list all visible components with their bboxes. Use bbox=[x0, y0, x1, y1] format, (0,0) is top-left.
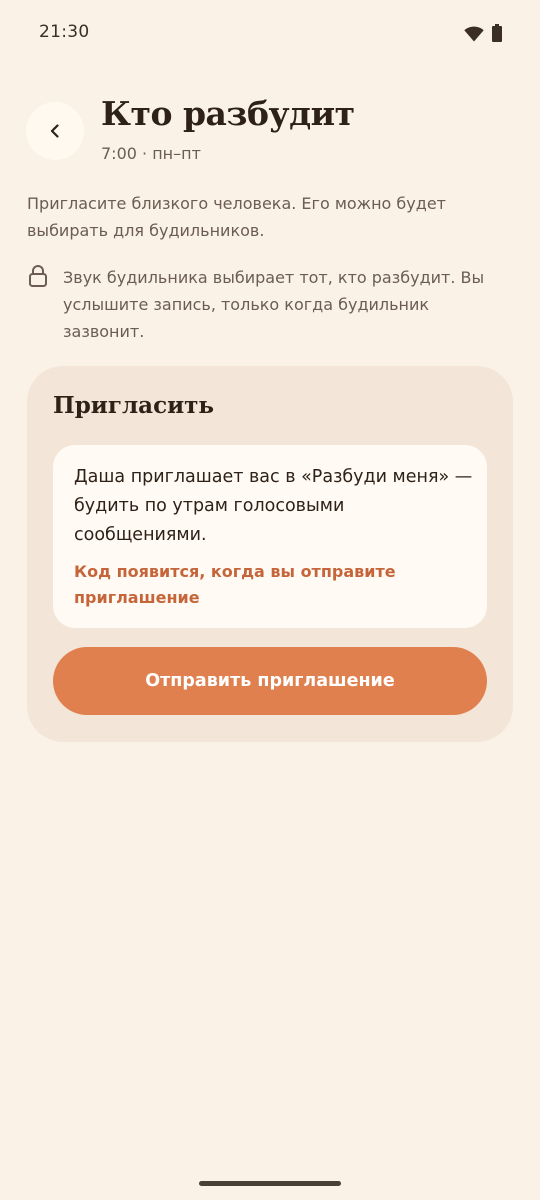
page-title: Кто разбудит bbox=[101, 94, 355, 133]
invite-card: Пригласить Даша приглашает вас в «Разбуд… bbox=[27, 366, 513, 742]
status-time: 21:30 bbox=[39, 22, 90, 42]
invite-card-title: Пригласить bbox=[53, 392, 214, 419]
invite-message-box: Даша приглашает вас в «Разбуди меня» — б… bbox=[53, 445, 487, 628]
code-hint: Код появится, когда вы отправите приглаш… bbox=[74, 562, 396, 607]
lock-icon bbox=[29, 265, 47, 287]
home-indicator[interactable] bbox=[199, 1181, 341, 1186]
privacy-note: Звук будильника выбирает тот, кто разбуд… bbox=[63, 268, 485, 341]
back-button[interactable] bbox=[26, 102, 84, 160]
invite-message-text: Даша приглашает вас в «Разбуди меня» — б… bbox=[74, 467, 473, 545]
send-invite-button[interactable]: Отправить приглашение bbox=[53, 647, 487, 715]
chevron-left-icon bbox=[50, 124, 59, 138]
status-bar: 21:30 bbox=[0, 0, 540, 68]
alarm-schedule: 7:00 · пн–пт bbox=[101, 144, 201, 163]
battery-icon bbox=[492, 24, 502, 42]
intro-text: Пригласите близкого человека. Его можно … bbox=[27, 194, 446, 240]
wifi-icon bbox=[464, 26, 484, 42]
